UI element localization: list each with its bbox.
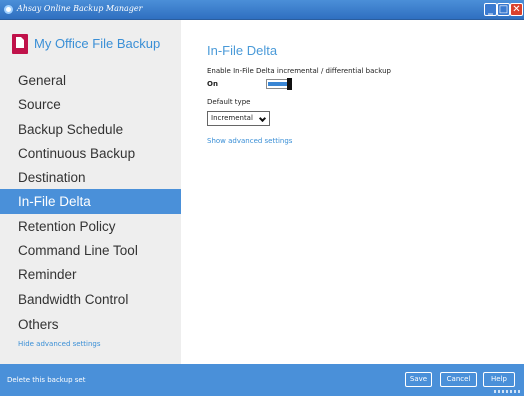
sidebar-item-reminder[interactable]: Reminder xyxy=(0,262,181,287)
maximize-button[interactable]: □ xyxy=(497,3,510,16)
default-type-label: Default type xyxy=(207,98,251,106)
show-advanced-settings-link[interactable]: Show advanced settings xyxy=(207,137,292,145)
document-icon xyxy=(12,34,28,54)
sidebar: My Office File Backup General Source Bac… xyxy=(0,20,181,364)
sidebar-item-continuous-backup[interactable]: Continuous Backup xyxy=(0,141,181,166)
app-logo-icon xyxy=(4,5,13,14)
enable-delta-label: Enable In-File Delta incremental / diffe… xyxy=(207,67,391,75)
help-button[interactable]: Help xyxy=(483,372,515,387)
sidebar-item-source[interactable]: Source xyxy=(0,92,181,117)
toggle-knob xyxy=(287,78,292,90)
window-title: Ahsay Online Backup Manager xyxy=(17,4,143,13)
save-button[interactable]: Save xyxy=(405,372,432,387)
window-title-bar: Ahsay Online Backup Manager _ □ ✕ xyxy=(0,0,524,20)
hide-advanced-settings-link[interactable]: Hide advanced settings xyxy=(18,340,101,348)
toggle-track-fill xyxy=(268,82,287,86)
sidebar-item-retention-policy[interactable]: Retention Policy xyxy=(0,214,181,239)
footer-bar: Delete this backup set Save Cancel Help xyxy=(0,364,524,396)
page-title: In-File Delta xyxy=(207,43,278,58)
delete-backup-set-link[interactable]: Delete this backup set xyxy=(7,376,85,384)
sidebar-item-in-file-delta[interactable]: In-File Delta xyxy=(0,189,181,214)
sidebar-item-command-line-tool[interactable]: Command Line Tool xyxy=(0,238,181,263)
close-button[interactable]: ✕ xyxy=(510,3,523,16)
minimize-button[interactable]: _ xyxy=(484,3,497,16)
resize-grip[interactable] xyxy=(494,390,520,393)
default-type-select[interactable]: Incremental xyxy=(207,111,270,126)
toggle-state-text: On xyxy=(207,80,218,88)
backup-set-name: My Office File Backup xyxy=(34,36,161,51)
sidebar-item-bandwidth-control[interactable]: Bandwidth Control xyxy=(0,287,181,312)
sidebar-item-destination[interactable]: Destination xyxy=(0,165,181,190)
sidebar-item-general[interactable]: General xyxy=(0,68,181,93)
cancel-button[interactable]: Cancel xyxy=(440,372,477,387)
chevron-down-icon xyxy=(258,114,267,123)
default-type-value: Incremental xyxy=(211,114,253,122)
sidebar-item-backup-schedule[interactable]: Backup Schedule xyxy=(0,117,181,142)
in-file-delta-toggle[interactable] xyxy=(266,78,292,90)
sidebar-item-others[interactable]: Others xyxy=(0,312,181,337)
